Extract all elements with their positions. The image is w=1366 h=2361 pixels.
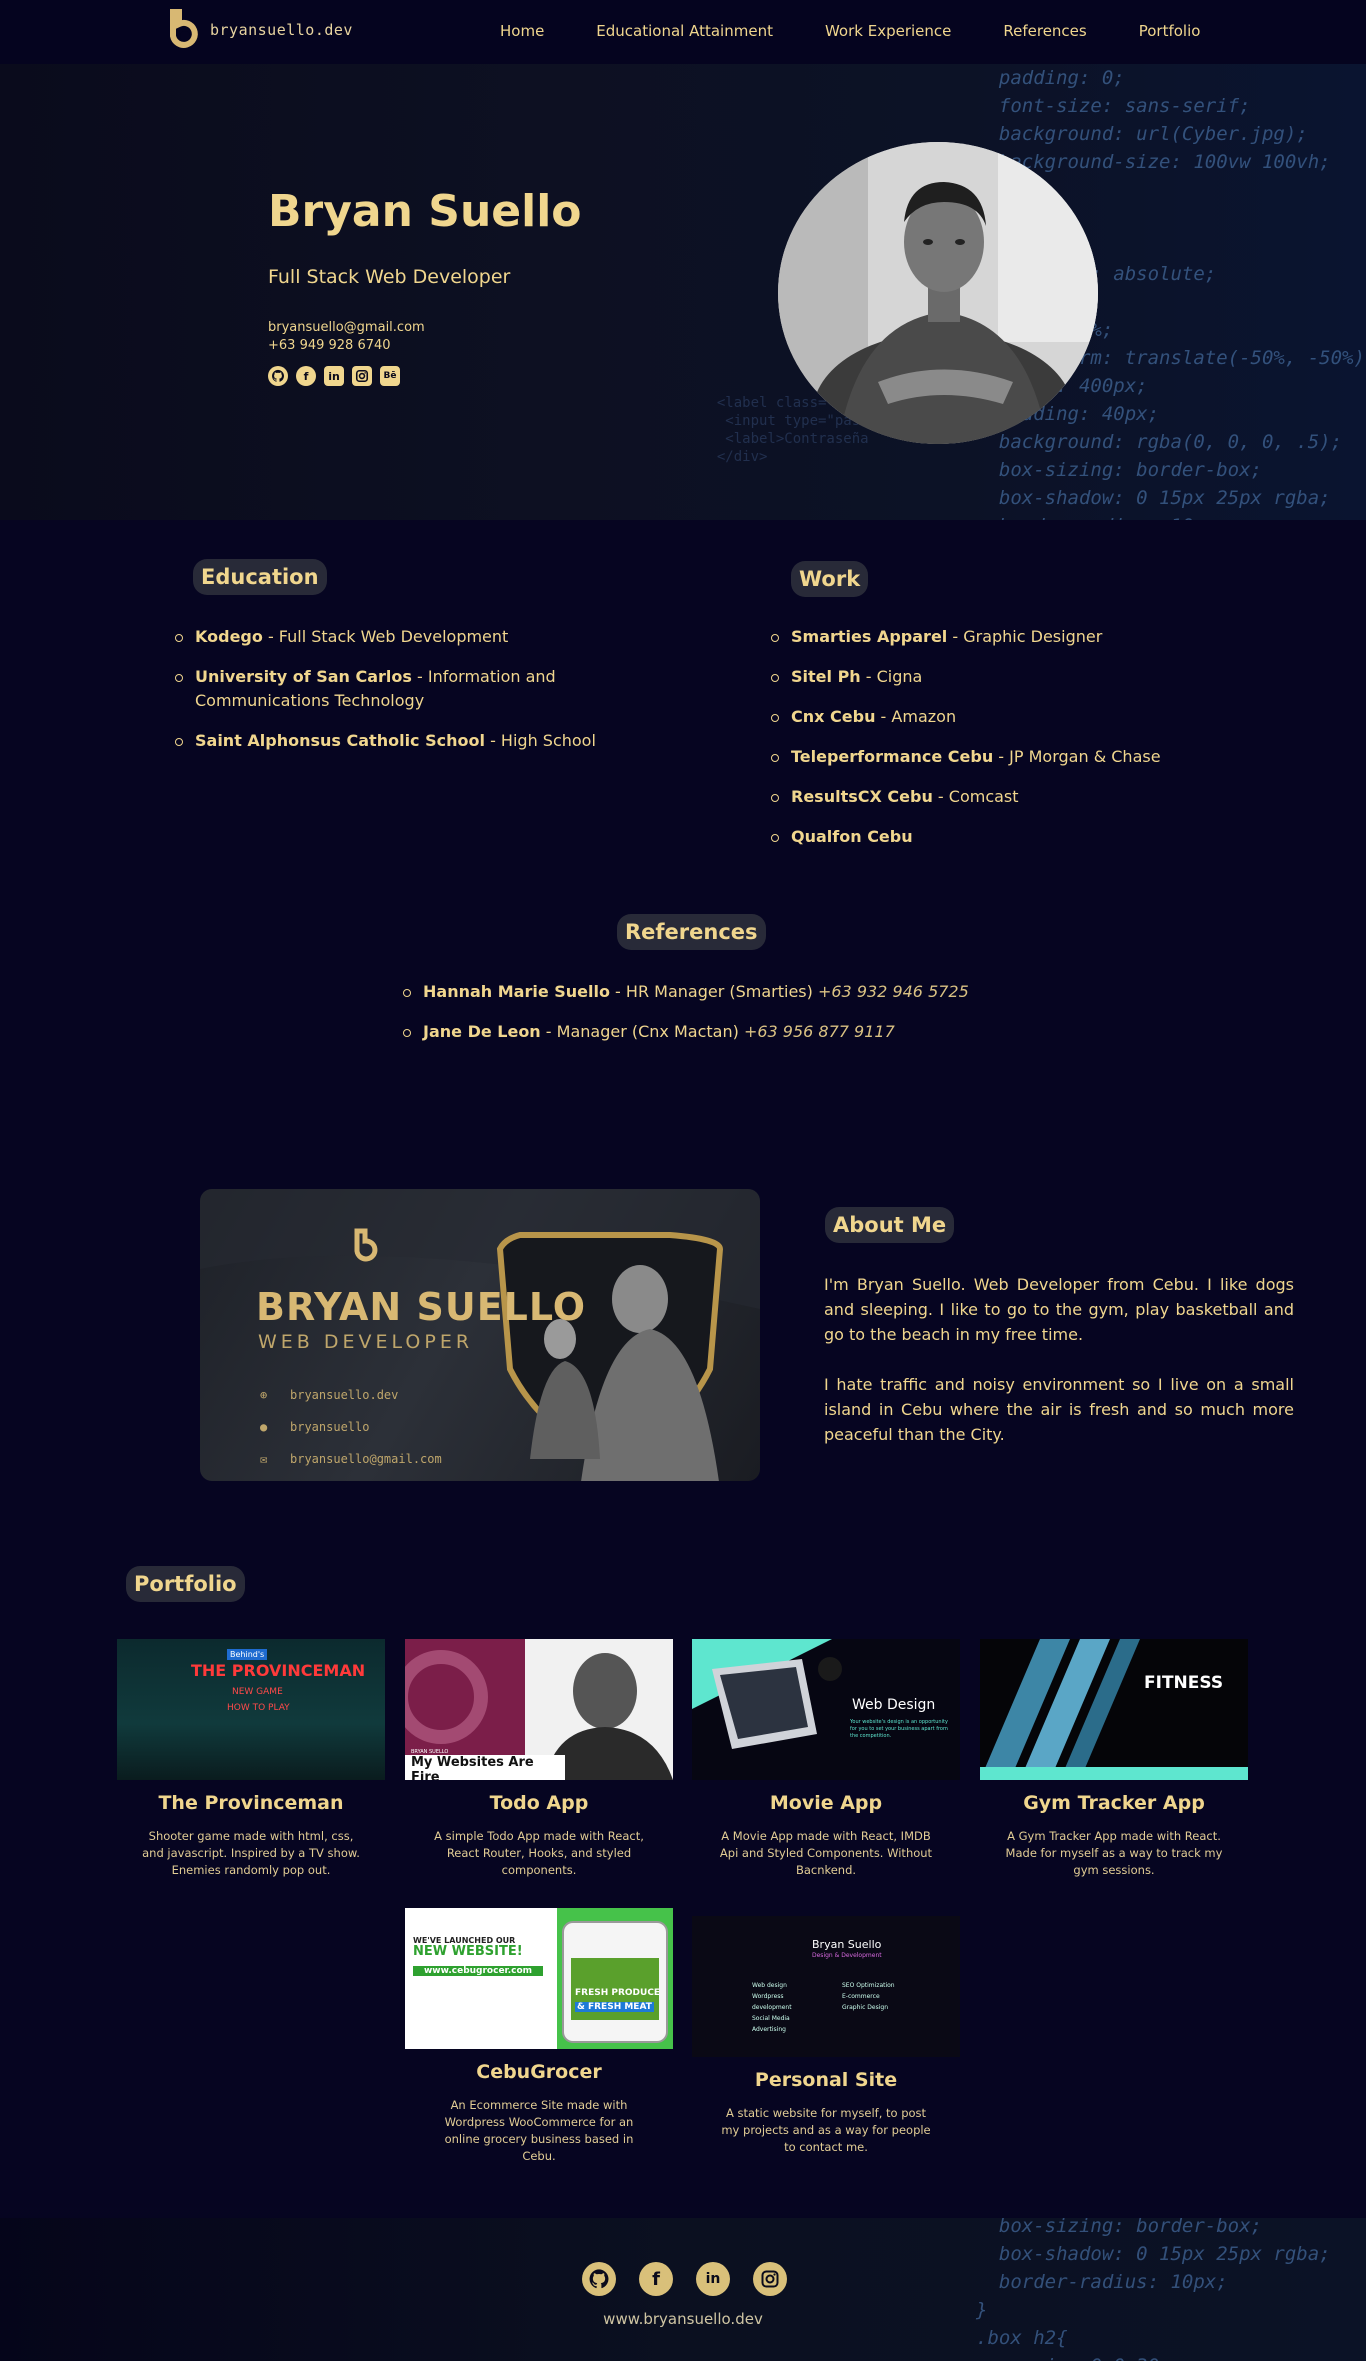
nav-link-references[interactable]: References [1003,22,1086,40]
list-item: Qualfon Cebu [771,825,1271,849]
nav-link-portfolio[interactable]: Portfolio [1139,22,1201,40]
project-description: A Gym Tracker App made with React. Made … [1005,1829,1223,1877]
card-name: BRYAN SUELLO [256,1285,587,1329]
hero-role: Full Stack Web Developer [268,266,511,288]
about-paragraph: I'm Bryan Suello. Web Developer from Ceb… [824,1275,1294,1344]
work-tag: Work [791,561,869,597]
list-item: Jane De Leon - Manager (Cnx Mactan) +63 … [403,1020,1023,1044]
behance-icon[interactable]: Bē [380,366,400,386]
hero-name: Bryan Suello [268,186,582,237]
instagram-icon[interactable] [753,2262,787,2296]
hero-email[interactable]: bryansuello@gmail.com [268,320,425,335]
profile-photo [778,142,1098,444]
education-tag: Education [193,559,327,595]
education-list: Kodego - Full Stack Web Development Univ… [175,625,695,769]
project-card[interactable]: Web Design Your website's design is an o… [692,1639,960,1879]
nav-link-education[interactable]: Educational Attainment [596,22,773,40]
list-item: Teleperformance Cebu - JP Morgan & Chase [771,745,1271,769]
portfolio-tag: Portfolio [126,1566,245,1602]
project-description: A simple Todo App made with React, React… [434,1829,644,1877]
project-thumbnail[interactable]: BRYAN SUELLO My Websites Are Fire [405,1639,673,1780]
project-card[interactable]: Behind's THE PROVINCEMAN NEW GAME HOW TO… [117,1639,385,1879]
project-title: Todo App [489,1792,589,1814]
card-email-row: ✉ bryansuello@gmail.com [260,1443,442,1475]
project-title: CebuGrocer [476,2061,602,2083]
hero-social-links: f in Bē [268,366,400,386]
list-item: Kodego - Full Stack Web Development [175,625,695,649]
nav-links: Home Educational Attainment Work Experie… [500,22,1252,40]
about-text: I'm Bryan Suello. Web Developer from Ceb… [824,1272,1294,1472]
linkedin-icon[interactable]: in [696,2262,730,2296]
github-icon[interactable] [582,2262,616,2296]
project-card[interactable]: BRYAN SUELLO My Websites Are Fire Todo A… [405,1639,673,1879]
work-list: Smarties Apparel - Graphic Designer Site… [771,625,1271,865]
project-title: Personal Site [754,2069,898,2091]
card-site-row: ⊕ bryansuello.dev [260,1379,442,1411]
footer-social-links: f in [582,2262,787,2296]
footer: box-sizing: border-box; box-shadow: 0 15… [0,2218,1366,2361]
business-card-image: BRYAN SUELLO WEB DEVELOPER ⊕ bryansuello.… [200,1189,760,1481]
project-thumbnail[interactable]: FITNESS [980,1639,1248,1780]
list-item: Cnx Cebu - Amazon [771,705,1271,729]
logo-b-icon [170,9,198,48]
project-description: A static website for myself, to post my … [721,2106,931,2154]
facebook-icon[interactable]: f [639,2262,673,2296]
facebook-icon[interactable]: f [296,366,316,386]
project-card[interactable]: Bryan Suello Design & Development Web de… [692,1916,960,2156]
list-item: ResultsCX Cebu - Comcast [771,785,1271,809]
globe-icon: ⊕ [260,1388,268,1402]
project-description: A Movie App made with React, IMDB Api an… [719,1829,933,1877]
about-tag: About Me [825,1207,955,1243]
about-paragraph: I hate traffic and noisy environment so … [824,1375,1294,1444]
hero-section: padding: 0; font-size: sans-serif; backg… [0,64,1366,520]
project-card[interactable]: FITNESS Gym Tracker App A Gym Tracker Ap… [980,1639,1248,1879]
project-thumbnail[interactable]: Web Design Your website's design is an o… [692,1639,960,1780]
project-title: Gym Tracker App [1023,1792,1205,1814]
list-item: Smarties Apparel - Graphic Designer [771,625,1271,649]
project-description: Shooter game made with html, css, and ja… [142,1829,360,1877]
references-list: Hannah Marie Suello - HR Manager (Smarti… [403,980,1023,1060]
github-icon: ● [260,1420,268,1434]
footer-url[interactable]: www.bryansuello.dev [0,2310,1366,2328]
card-title: WEB DEVELOPER [258,1331,474,1353]
project-thumbnail[interactable]: Bryan Suello Design & Development Web de… [692,1916,960,2057]
card-github-row: ● bryansuello [260,1411,442,1443]
github-icon[interactable] [268,366,288,386]
mail-icon: ✉ [260,1452,268,1466]
project-title: The Provinceman [158,1792,344,1814]
references-tag: References [617,914,766,950]
list-item: Hannah Marie Suello - HR Manager (Smarti… [403,980,1023,1004]
project-card[interactable]: WE'VE LAUNCHED OUR NEW WEBSITE! www.cebu… [405,1908,673,2165]
project-title: Movie App [769,1792,883,1814]
code-background-decoration: box-sizing: border-box; box-shadow: 0 15… [976,2218,1331,2361]
list-item: University of San Carlos - Information a… [175,665,695,713]
project-description: An Ecommerce Site made with Wordpress Wo… [444,2098,634,2163]
instagram-icon[interactable] [352,366,372,386]
hero-phone: +63 949 928 6740 [268,338,391,353]
top-navbar: bryansuello.dev Home Educational Attainm… [0,0,1366,64]
nav-link-work[interactable]: Work Experience [825,22,951,40]
linkedin-icon[interactable]: in [324,366,344,386]
logo-text: bryansuello.dev [210,21,353,39]
nav-link-home[interactable]: Home [500,22,544,40]
list-item: Sitel Ph - Cigna [771,665,1271,689]
project-thumbnail[interactable]: WE'VE LAUNCHED OUR NEW WEBSITE! www.cebu… [405,1908,673,2049]
list-item: Saint Alphonsus Catholic School - High S… [175,729,695,753]
project-thumbnail[interactable]: Behind's THE PROVINCEMAN NEW GAME HOW TO… [117,1639,385,1780]
site-logo[interactable]: bryansuello.dev [166,8,353,52]
